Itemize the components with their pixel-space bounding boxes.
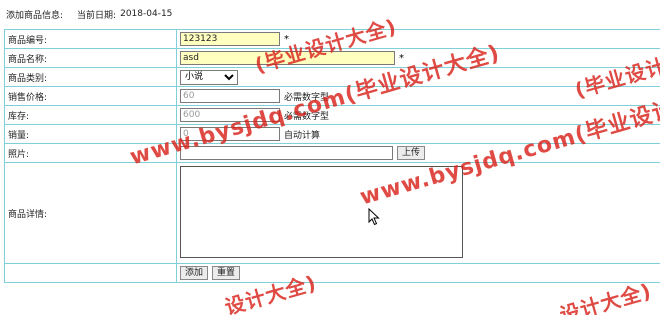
photo-path-input[interactable] (180, 146, 393, 160)
form-row-actions: 添加 重置 (4, 263, 660, 283)
sale-price-input[interactable] (180, 89, 280, 103)
product-detail-textarea[interactable] (180, 165, 463, 258)
form-row-sales: 销量: 自动计算 (4, 124, 660, 144)
upload-button[interactable]: 上传 (397, 146, 426, 160)
sale-price-label: 销售价格: (4, 86, 177, 106)
sales-cell: 自动计算 (176, 124, 660, 144)
stock-cell: 必需数字型 (176, 105, 660, 125)
stock-input[interactable] (180, 108, 280, 122)
current-date-value: 2018-04-15 (120, 9, 173, 19)
product-name-label: 商品名称: (4, 48, 177, 68)
add-button[interactable]: 添加 (180, 266, 209, 280)
stock-hint: 必需数字型 (284, 111, 330, 122)
form-row-stock: 库存: 必需数字型 (4, 105, 660, 125)
product-name-input[interactable] (180, 51, 395, 65)
product-category-label: 商品类别: (4, 67, 177, 87)
add-product-form: 商品编号: * 商品名称: * 商品类别: 小 (4, 29, 660, 283)
product-category-select[interactable]: 小说 (180, 69, 238, 85)
page-title: 添加商品信息: (6, 10, 64, 21)
sale-price-cell: 必需数字型 (176, 86, 660, 106)
product-name-cell: * (176, 48, 660, 68)
actions-label-cell (4, 263, 177, 283)
form-row-category: 商品类别: 小说 (4, 67, 660, 87)
required-marker: * (284, 33, 289, 45)
product-detail-cell (176, 162, 660, 264)
sales-label: 销量: (4, 124, 177, 144)
page-header: 添加商品信息: 当前日期: 2018-04-15 (6, 8, 173, 21)
form-row-name: 商品名称: * (4, 48, 660, 68)
required-marker: * (399, 52, 404, 64)
form-row-code: 商品编号: * (4, 29, 660, 49)
sales-input[interactable] (180, 127, 280, 141)
reset-button[interactable]: 重置 (212, 266, 241, 280)
product-code-input[interactable] (180, 32, 280, 46)
product-category-cell: 小说 (176, 67, 660, 87)
product-code-label: 商品编号: (4, 29, 177, 49)
form-row-detail: 商品详情: (4, 162, 660, 264)
actions-cell: 添加 重置 (176, 263, 660, 283)
photo-label: 照片: (4, 143, 177, 163)
current-date-label: 当前日期: (77, 10, 117, 21)
sale-price-hint: 必需数字型 (284, 92, 330, 103)
stock-label: 库存: (4, 105, 177, 125)
sales-hint: 自动计算 (284, 130, 321, 141)
form-row-photo: 照片: 上传 (4, 143, 660, 163)
product-detail-label: 商品详情: (4, 162, 177, 264)
page: 添加商品信息: 当前日期: 2018-04-15 商品编号: * 商品名称: * (0, 0, 660, 315)
photo-cell: 上传 (176, 143, 660, 163)
product-code-cell: * (176, 29, 660, 49)
form-row-price: 销售价格: 必需数字型 (4, 86, 660, 106)
